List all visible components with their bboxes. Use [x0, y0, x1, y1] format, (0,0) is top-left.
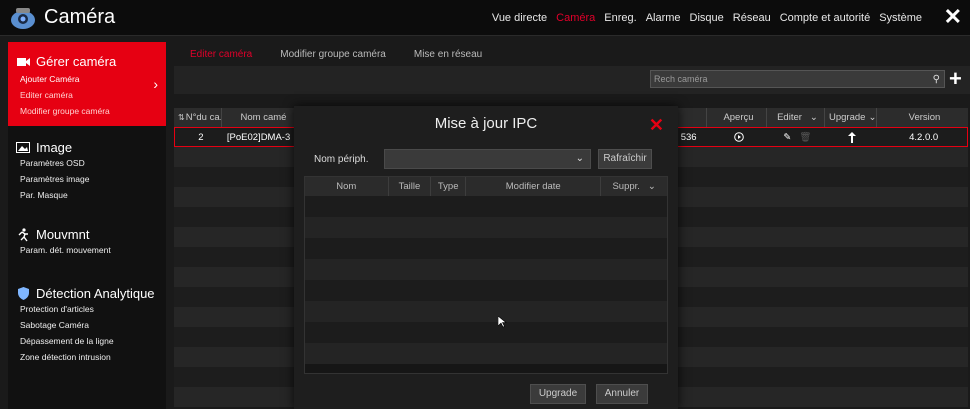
- cancel-button[interactable]: Annuler: [596, 384, 648, 404]
- list-item: [305, 301, 667, 322]
- sidebar-item-sabotage[interactable]: Sabotage Caméra: [8, 317, 166, 333]
- nav-vue-directe[interactable]: Vue directe: [492, 12, 547, 24]
- play-icon[interactable]: [707, 128, 767, 146]
- section-title: Mouvmnt: [36, 227, 90, 242]
- sidebar-item-zone-intrusion[interactable]: Zone détection intrusion: [8, 349, 166, 365]
- sidebar-item-ajouter-camera[interactable]: Ajouter Caméra: [8, 71, 166, 87]
- nav-enreg[interactable]: Enreg.: [604, 12, 636, 24]
- col-name[interactable]: Nom camé: [222, 108, 302, 127]
- nav-reseau[interactable]: Réseau: [733, 12, 771, 24]
- col-nom[interactable]: Nom: [305, 177, 389, 196]
- section-header[interactable]: Détection Analytique: [8, 286, 166, 301]
- col-suppr[interactable]: Suppr. ⌄: [601, 177, 667, 196]
- camera-icon: [16, 55, 30, 69]
- close-icon[interactable]: ✕: [649, 115, 664, 136]
- chevron-down-icon: ⌄: [575, 153, 584, 164]
- section-image: Image Paramètres OSD Paramètres image Pa…: [8, 140, 166, 203]
- sidebar: Gérer caméra Ajouter Caméra Editer camér…: [8, 42, 166, 409]
- nav-alarme[interactable]: Alarme: [646, 12, 681, 24]
- running-person-icon: [16, 227, 30, 242]
- col-version[interactable]: Version: [877, 108, 968, 127]
- search-icon[interactable]: ⚲: [933, 72, 940, 88]
- trash-icon[interactable]: 🗑: [799, 132, 811, 143]
- col-upgrade[interactable]: Upgrade ⌄: [825, 108, 877, 127]
- section-title: Détection Analytique: [36, 286, 155, 301]
- col-modifier-date[interactable]: Modifier date: [466, 177, 602, 196]
- section-header[interactable]: Image: [8, 140, 166, 155]
- cell-name: [PoE02]DMA-3: [226, 131, 291, 143]
- list-item: [305, 196, 667, 217]
- device-select[interactable]: ⌄: [384, 149, 591, 169]
- section-header[interactable]: Mouvmnt: [8, 227, 166, 242]
- chevron-down-icon: ⌄: [647, 181, 656, 192]
- col-editer[interactable]: Editer ⌄: [767, 108, 825, 127]
- shield-icon: [16, 287, 30, 301]
- tab-modifier-groupe[interactable]: Modifier groupe caméra: [280, 49, 386, 60]
- section-header[interactable]: Gérer caméra: [8, 42, 166, 69]
- search-input[interactable]: Rech caméra ⚲: [650, 70, 945, 88]
- sidebar-item-param-image[interactable]: Paramètres image: [8, 171, 166, 187]
- close-icon[interactable]: ✕: [944, 4, 962, 30]
- cell-port: 536: [680, 131, 697, 143]
- list-item: [305, 238, 667, 259]
- col-apercu[interactable]: Aperçu: [707, 108, 767, 127]
- file-list-header: Nom Taille Type Modifier date Suppr. ⌄: [305, 177, 667, 196]
- list-item: [305, 322, 667, 343]
- add-camera-icon[interactable]: +: [949, 66, 962, 92]
- sub-tabs: Editer caméra Modifier groupe caméra Mis…: [175, 42, 482, 66]
- top-bar: Caméra Vue directe Caméra Enreg. Alarme …: [0, 0, 970, 36]
- list-item: [305, 280, 667, 301]
- nav-camera[interactable]: Caméra: [556, 12, 595, 24]
- mouse-cursor-icon: [498, 316, 507, 328]
- sidebar-item-modifier-groupe[interactable]: Modifier groupe caméra: [8, 103, 166, 119]
- chevron-right-icon: ›: [153, 76, 158, 92]
- nav-compte[interactable]: Compte et autorité: [780, 12, 871, 24]
- ipc-upgrade-dialog: Mise à jour IPC ✕ Nom périph. ⌄ Rafraîch…: [294, 106, 678, 409]
- app-title: Caméra: [44, 6, 116, 28]
- nav-disque[interactable]: Disque: [690, 12, 724, 24]
- dialog-title: Mise à jour IPC: [434, 115, 538, 132]
- section-title: Gérer caméra: [36, 54, 117, 69]
- file-list: Nom Taille Type Modifier date Suppr. ⌄: [304, 176, 668, 374]
- section-mouvement: Mouvmnt Param. dét. mouvement: [8, 227, 166, 258]
- tab-editer-camera[interactable]: Editer caméra: [190, 49, 252, 60]
- list-item: [305, 343, 667, 364]
- col-type[interactable]: Type: [431, 177, 467, 196]
- nav-systeme[interactable]: Système: [879, 12, 922, 24]
- col-taille[interactable]: Taille: [389, 177, 432, 196]
- sidebar-item-osd[interactable]: Paramètres OSD: [8, 155, 166, 171]
- sort-icon: ⇅: [178, 113, 185, 122]
- device-label: Nom périph.: [314, 154, 369, 165]
- search-placeholder: Rech caméra: [654, 74, 708, 84]
- col-port: [677, 108, 707, 127]
- refresh-button[interactable]: Rafraîchir: [598, 149, 652, 169]
- cell-version: 4.2.0.0: [909, 131, 939, 143]
- cell-num: 2: [198, 131, 204, 143]
- upload-arrow-icon[interactable]: [824, 128, 876, 146]
- camera-logo-icon: [11, 8, 35, 29]
- sidebar-item-depassement[interactable]: Dépassement de la ligne: [8, 333, 166, 349]
- section-gerer-camera: Gérer caméra Ajouter Caméra Editer camér…: [8, 42, 166, 126]
- list-item: [305, 259, 667, 280]
- sidebar-item-detect-mouvement[interactable]: Param. dét. mouvement: [8, 242, 166, 258]
- section-title: Image: [36, 140, 73, 155]
- section-detection: Détection Analytique Protection d'articl…: [8, 286, 166, 365]
- tab-mise-en-reseau[interactable]: Mise en réseau: [414, 49, 482, 60]
- sidebar-item-masque[interactable]: Par. Masque: [8, 187, 166, 203]
- chevron-down-icon: ⌄: [868, 112, 877, 123]
- image-icon: [16, 141, 30, 155]
- edit-actions: ✎ 🗑: [767, 128, 825, 146]
- chevron-down-icon: ⌄: [809, 112, 818, 123]
- col-num[interactable]: ⇅ N°du ca..: [174, 108, 222, 127]
- upgrade-button[interactable]: Upgrade: [530, 384, 586, 404]
- pencil-icon[interactable]: ✎: [783, 132, 791, 143]
- list-item: [305, 217, 667, 238]
- top-navigation: Vue directe Caméra Enreg. Alarme Disque …: [492, 12, 922, 24]
- sidebar-item-editer-camera[interactable]: Editer caméra: [8, 87, 166, 103]
- sidebar-item-protection[interactable]: Protection d'articles: [8, 301, 166, 317]
